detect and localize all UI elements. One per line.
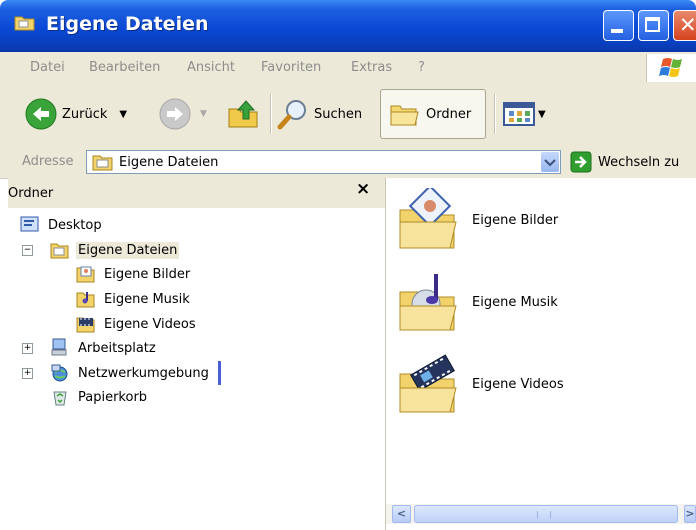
my-music-icon xyxy=(76,292,95,308)
my-pictures-icon xyxy=(76,266,95,283)
back-button[interactable]: Zurück ▼ xyxy=(24,90,127,138)
my-documents-icon xyxy=(92,155,113,171)
views-icon xyxy=(503,102,535,126)
close-icon: ✕ xyxy=(679,13,696,37)
menu-favoriten[interactable]: Favoriten xyxy=(261,60,321,75)
forward-dropdown-icon[interactable]: ▼ xyxy=(200,109,207,119)
folders-button[interactable]: Ordner xyxy=(388,90,471,138)
horizontal-scrollbar[interactable]: < > xyxy=(386,504,696,524)
window-title: Eigene Dateien xyxy=(46,13,209,35)
tree-item-papierkorb[interactable]: Papierkorb xyxy=(50,386,149,408)
maximize-button[interactable] xyxy=(638,10,669,41)
go-arrow-icon xyxy=(570,151,592,173)
music-folder-icon xyxy=(399,274,457,331)
menu-extras[interactable]: Extras xyxy=(351,60,392,75)
videos-folder-icon xyxy=(399,354,457,413)
my-documents-icon xyxy=(50,243,69,259)
menu-datei[interactable]: Datei xyxy=(30,60,65,75)
views-dropdown-icon[interactable]: ▼ xyxy=(538,109,546,120)
toolbar-separator xyxy=(494,94,496,134)
my-computer-icon xyxy=(51,338,67,356)
toolbar: Zurück ▼ ▼ Suchen Ordner ▼ xyxy=(0,84,696,147)
address-label: Adresse xyxy=(22,154,74,169)
tree-item-arbeitsplatz[interactable]: Arbeitsplatz xyxy=(50,337,158,359)
tree-item-eigene-musik[interactable]: Eigene Musik xyxy=(76,288,192,310)
folders-icon xyxy=(390,105,419,126)
windows-logo xyxy=(646,54,696,82)
search-button[interactable]: Suchen xyxy=(276,90,362,138)
my-videos-icon xyxy=(76,317,95,333)
tree-item-eigene-bilder[interactable]: Eigene Bilder xyxy=(76,263,192,285)
tree-item-eigene-dateien[interactable]: Eigene Dateien xyxy=(50,239,180,261)
tree-item-eigene-videos[interactable]: Eigene Videos xyxy=(76,313,198,335)
go-button[interactable]: Wechseln zu xyxy=(570,151,679,173)
close-pane-button[interactable]: × xyxy=(356,179,370,199)
minimize-button[interactable] xyxy=(603,10,634,41)
search-label: Suchen xyxy=(314,106,363,122)
forward-arrow-icon xyxy=(159,98,191,130)
recycle-bin-icon xyxy=(53,391,67,406)
menu-ansicht[interactable]: Ansicht xyxy=(187,60,235,75)
menu-bar: Datei Bearbeiten Ansicht Favoriten Extra… xyxy=(0,52,696,85)
close-button[interactable]: ✕ xyxy=(673,10,696,41)
folders-pane-title: Ordner xyxy=(8,186,54,201)
folders-label: Ordner xyxy=(426,106,472,122)
go-label: Wechseln zu xyxy=(598,154,680,170)
file-item-eigene-videos[interactable]: Eigene Videos xyxy=(396,352,564,416)
scroll-grip xyxy=(537,511,551,519)
tree-item-desktop[interactable]: Desktop xyxy=(20,214,104,236)
scroll-left-button[interactable]: < xyxy=(392,505,411,523)
folders-pane-header: Ordner × xyxy=(8,178,385,209)
forward-button[interactable]: ▼ xyxy=(158,90,207,138)
windows-flag-icon xyxy=(659,58,682,77)
scroll-right-button[interactable]: > xyxy=(684,505,696,523)
folders-pane: Ordner × Desktop − Eigene Dateien Eigene… xyxy=(8,178,386,530)
tree-item-netzwerkumgebung[interactable]: Netzwerkumgebung xyxy=(50,362,211,384)
up-folder-button[interactable] xyxy=(226,90,260,138)
text-cursor xyxy=(218,361,221,385)
views-button[interactable]: ▼ xyxy=(502,90,546,138)
menu-help[interactable]: ? xyxy=(418,60,425,75)
scroll-thumb[interactable] xyxy=(414,505,678,523)
expand-icon[interactable]: + xyxy=(22,343,33,354)
up-folder-icon xyxy=(228,100,258,128)
address-field[interactable]: Eigene Dateien xyxy=(86,150,561,174)
address-dropdown-button[interactable] xyxy=(541,152,559,172)
address-value: Eigene Dateien xyxy=(119,155,219,170)
file-item-eigene-bilder[interactable]: Eigene Bilder xyxy=(396,188,558,252)
file-item-eigene-musik[interactable]: Eigene Musik xyxy=(396,270,558,334)
folder-icon xyxy=(14,16,35,31)
content-pane: Eigene Bilder Eigene Musik Eigene Videos… xyxy=(386,178,696,530)
back-arrow-icon xyxy=(25,98,57,130)
search-icon xyxy=(277,100,306,130)
pictures-folder-icon xyxy=(399,188,457,249)
back-dropdown-icon[interactable]: ▼ xyxy=(119,109,127,120)
desktop-icon xyxy=(20,216,39,232)
chevron-down-icon xyxy=(544,159,556,167)
expand-icon[interactable]: + xyxy=(22,368,33,379)
back-label: Zurück xyxy=(62,106,108,122)
address-bar: Adresse Eigene Dateien Wechseln zu xyxy=(0,146,696,179)
toolbar-separator xyxy=(270,94,272,134)
title-bar: Eigene Dateien ✕ xyxy=(0,0,696,52)
network-places-icon xyxy=(51,364,68,382)
menu-bearbeiten[interactable]: Bearbeiten xyxy=(89,60,160,75)
collapse-icon[interactable]: − xyxy=(22,245,33,256)
